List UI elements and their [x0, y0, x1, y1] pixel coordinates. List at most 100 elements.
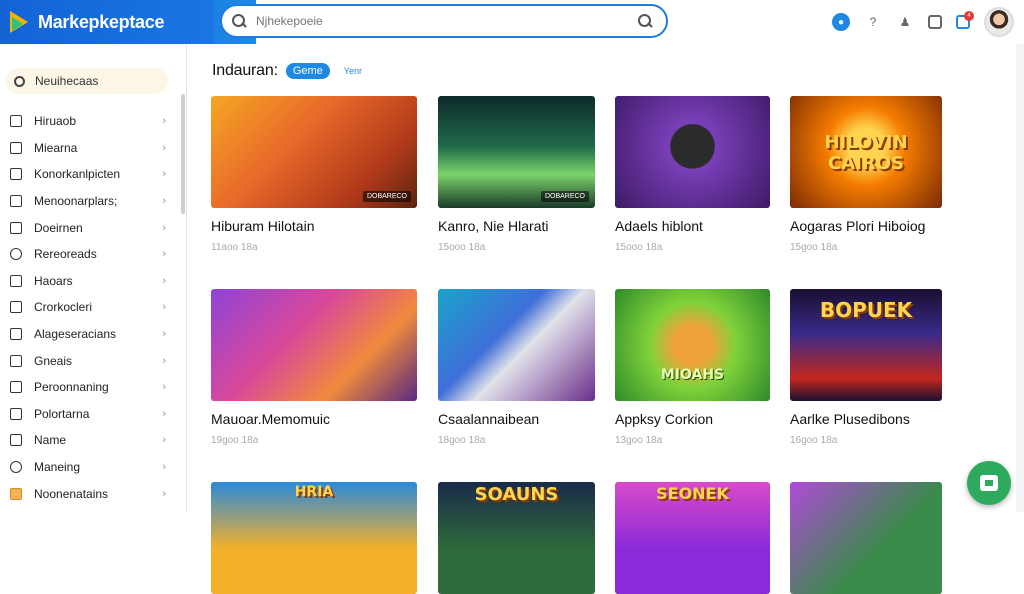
- box-icon: [10, 301, 22, 314]
- sidebar-item[interactable]: Miearna ›: [0, 135, 180, 162]
- game-card[interactable]: [790, 482, 942, 594]
- home-icon: [10, 115, 22, 128]
- sidebar-item-label: Alageseracians: [34, 327, 117, 342]
- game-thumbnail: HILOVIN CAIROS: [790, 96, 942, 208]
- thumbnail-banner: BOPUEK: [819, 297, 913, 322]
- question-icon[interactable]: ?: [864, 13, 882, 31]
- category-chip[interactable]: Geme: [285, 63, 330, 79]
- game-card[interactable]: SEONEK: [615, 482, 770, 594]
- brand[interactable]: Markepkeptace: [0, 0, 214, 44]
- search-bar[interactable]: [220, 4, 668, 38]
- sidebar-item-label: Doeirnen: [34, 220, 83, 235]
- notification-icon[interactable]: 4: [956, 11, 974, 29]
- sidebar-item[interactable]: Menoonarplars; ›: [0, 188, 180, 215]
- sidebar: Neuihecaas Hiruaob › Miearna › Konorkanlpi…: [0, 44, 186, 512]
- game-card[interactable]: Mauoar.Memomuic 19goo 18a: [211, 289, 417, 446]
- help-icon[interactable]: ●: [832, 13, 850, 31]
- search-submit-icon[interactable]: [638, 14, 652, 28]
- sidebar-item[interactable]: Rereoreads ›: [0, 241, 180, 268]
- avatar[interactable]: [984, 7, 1014, 37]
- game-meta: 18goo 18a: [438, 435, 486, 446]
- thumbnail-banner: MIOAHS: [660, 367, 725, 384]
- chat-fab-button[interactable]: [967, 461, 1011, 505]
- search-icon: [14, 75, 25, 87]
- book-icon: [10, 487, 22, 500]
- game-card[interactable]: SOAUNS: [438, 482, 595, 594]
- folder-icon: [10, 168, 22, 181]
- sidebar-scrollbar[interactable]: [181, 94, 185, 214]
- game-meta: 13goo 18a: [615, 435, 663, 446]
- game-thumbnail: SEONEK: [615, 482, 770, 594]
- sidebar-item[interactable]: Alageseracians ›: [0, 321, 180, 348]
- sidebar-item[interactable]: Crorkocleri ›: [0, 294, 180, 321]
- chevron-right-icon: ›: [162, 301, 166, 314]
- sidebar-item-label: Rereoreads: [34, 247, 97, 262]
- sidebar-item-label: Maneing: [34, 460, 81, 475]
- sidebar-item-label: Peroonnaning: [34, 380, 109, 395]
- game-card[interactable]: BOPUEK Aarlke Plusedibons 16goo 18a: [790, 289, 942, 446]
- cart-icon[interactable]: [928, 15, 942, 29]
- game-card[interactable]: DOBARECO Hiburam Hilotain 11aoo 18a: [211, 96, 417, 253]
- game-card[interactable]: HILOVIN CAIROS Aogaras Plori Hiboiog 15g…: [790, 96, 942, 253]
- sidebar-item[interactable]: Polortarna ›: [0, 401, 180, 428]
- chevron-right-icon: ›: [162, 115, 166, 128]
- top-icons: ● ? ♟ 4: [832, 6, 1014, 38]
- chevron-right-icon: ›: [162, 141, 166, 154]
- user-icon[interactable]: ♟: [896, 13, 914, 31]
- gift-icon: [10, 354, 22, 367]
- sidebar-item-label: Noonenatains: [34, 486, 109, 501]
- search-input[interactable]: [256, 14, 616, 28]
- sidebar-item[interactable]: Peroonnaning ›: [0, 374, 180, 401]
- user-icon: [10, 407, 22, 420]
- search-icon: [232, 14, 246, 28]
- thumbnail-tag: DOBARECO: [540, 191, 589, 202]
- chevron-right-icon: ›: [162, 434, 166, 447]
- top-bar: Markepkeptace ● ? ♟ 4: [0, 0, 1024, 44]
- game-thumbnail: [615, 96, 770, 208]
- sidebar-item[interactable]: Haoars ›: [0, 268, 180, 295]
- chevron-right-icon: ›: [162, 461, 166, 474]
- sidebar-item[interactable]: Doeirnen ›: [0, 214, 180, 241]
- game-thumbnail: BOPUEK: [790, 289, 942, 401]
- sidebar-search-label: Neuihecaas: [35, 74, 99, 88]
- main-scrollbar[interactable]: [1016, 44, 1024, 512]
- sidebar-item-label: Miearna: [34, 140, 78, 155]
- chevron-right-icon: ›: [162, 221, 166, 234]
- game-card[interactable]: Adaels hiblont 15ooo 18a: [615, 96, 770, 253]
- game-card[interactable]: Csaalannaibean 18goo 18a: [438, 289, 595, 446]
- game-thumbnail: [790, 482, 942, 594]
- game-title: Hiburam Hilotain: [211, 218, 315, 234]
- game-card[interactable]: HRIA: [211, 482, 417, 594]
- sidebar-item-label: Haoars: [34, 273, 73, 288]
- thumbnail-banner: HILOVIN CAIROS: [824, 131, 908, 174]
- game-card[interactable]: MIOAHS Appksy Corkion 13goo 18a: [615, 289, 770, 446]
- game-title: Mauoar.Memomuic: [211, 411, 331, 427]
- mail-icon: [10, 141, 22, 154]
- game-thumbnail: DOBARECO: [438, 96, 595, 208]
- game-meta: 15goo 18a: [790, 242, 838, 253]
- sidebar-item[interactable]: Noonenatains ›: [0, 480, 180, 507]
- game-title: Appksy Corkion: [615, 411, 714, 427]
- game-thumbnail: [438, 289, 595, 401]
- sidebar-item[interactable]: Hiruaob ›: [0, 108, 180, 135]
- section-link[interactable]: Yenr: [344, 66, 362, 76]
- chat-icon: [10, 381, 22, 394]
- game-title: Csaalannaibean: [438, 411, 540, 427]
- sidebar-item[interactable]: Maneing ›: [0, 454, 180, 481]
- game-card[interactable]: DOBARECO Kanro, Nie Hlarati 15ooo 18a: [438, 96, 595, 253]
- sidebar-item[interactable]: Gneais ›: [0, 347, 180, 374]
- sidebar-item[interactable]: Konorkanlpicten ›: [0, 161, 180, 188]
- game-title: Adaels hiblont: [615, 218, 703, 234]
- game-thumbnail: [211, 289, 417, 401]
- game-thumbnail: MIOAHS: [615, 289, 770, 401]
- sidebar-search[interactable]: Neuihecaas: [6, 68, 168, 94]
- game-title: Aogaras Plori Hiboiog: [790, 218, 926, 234]
- chevron-right-icon: ›: [162, 381, 166, 394]
- sidebar-item-label: Menoonarplars;: [34, 194, 118, 209]
- game-thumbnail: SOAUNS: [438, 482, 595, 594]
- chevron-right-icon: ›: [162, 487, 166, 500]
- game-meta: 19goo 18a: [211, 435, 259, 446]
- section-header: Indauran: Geme Yenr: [212, 62, 362, 80]
- chevron-right-icon: ›: [162, 354, 166, 367]
- sidebar-item[interactable]: Name ›: [0, 427, 180, 454]
